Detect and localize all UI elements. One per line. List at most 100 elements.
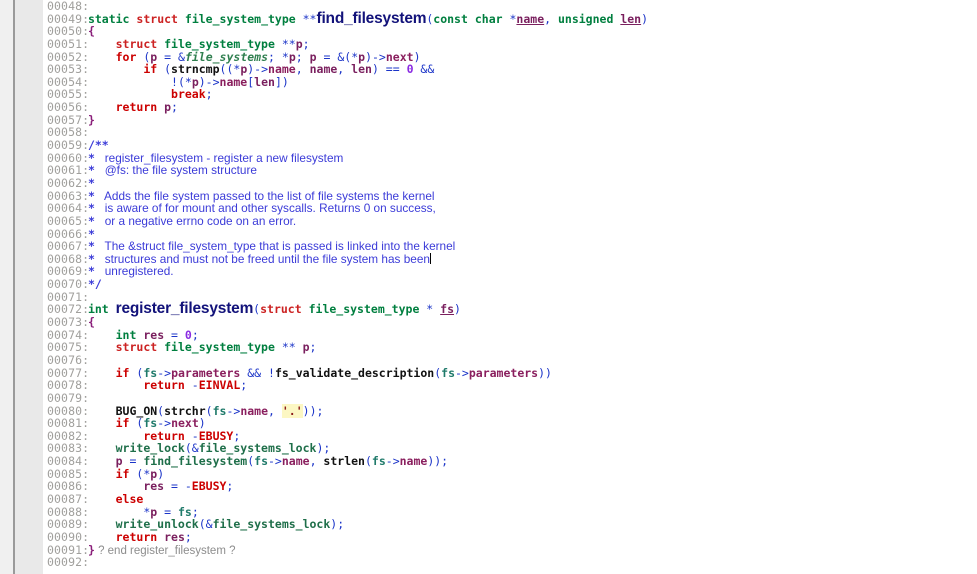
code-token: ; [205, 87, 213, 102]
code-token: file_system_type [308, 302, 420, 317]
code-token: ; [184, 529, 192, 544]
code-token: parameters [468, 365, 539, 380]
line-number: 00051: [47, 36, 90, 51]
line-number: 00090: [47, 529, 90, 544]
code-token: , [295, 62, 310, 77]
line-number: 00084: [47, 454, 90, 469]
code-token: struct [136, 11, 178, 26]
code-line[interactable]: 00078: return -EINVAL; [15, 379, 977, 392]
code-token: unregistered. [94, 264, 174, 279]
code-token: -> [455, 365, 469, 380]
code-pane[interactable]: 00048: 00049: static struct file_system_t… [15, 0, 977, 574]
code-token: ]) [274, 74, 289, 89]
code-token: )) [538, 365, 552, 380]
line-number: 00070: [47, 277, 90, 292]
code-token: EINVAL [198, 378, 241, 393]
code-line[interactable]: 00070: */ [15, 278, 977, 291]
line-number: 00048: [47, 0, 90, 13]
code-token: ( [205, 403, 213, 418]
code-token: fs [254, 454, 268, 469]
code-token: && [413, 62, 435, 77]
code-line[interactable]: 00049: static struct file_system_type **… [15, 10, 977, 26]
code-token: p [164, 100, 172, 115]
code-token: = - [164, 479, 192, 494]
code-token: , [337, 62, 352, 77]
code-line[interactable]: 00057: } [15, 113, 977, 127]
code-line[interactable]: 00056: return p; [15, 101, 977, 114]
code-token: -> [226, 403, 241, 418]
outer-margin [0, 0, 13, 574]
code-lines[interactable]: 00048: 00049: static struct file_system_t… [15, 0, 977, 569]
code-token: file_system_type [164, 340, 275, 355]
code-token: len [254, 74, 275, 89]
code-token: -> [385, 454, 400, 469]
line-number: 00076: [47, 352, 90, 367]
code-text[interactable]: return res; [81, 530, 192, 544]
code-token: name [240, 403, 269, 418]
code-token: fs [440, 302, 455, 317]
code-token: ) == [371, 62, 407, 77]
code-token: register_filesystem [115, 300, 254, 318]
line-number: 00078: [47, 378, 90, 393]
code-text[interactable]: int register_filesystem(struct file_syst… [81, 300, 461, 318]
code-line[interactable]: 00061: * @fs: the file system structure [15, 164, 977, 177]
code-token: * [419, 302, 441, 317]
code-token: */ [87, 277, 102, 292]
code-text[interactable]: * or a negative errno code on an error. [81, 214, 296, 228]
code-token: ); [330, 517, 345, 532]
code-text[interactable]: return -EINVAL; [81, 378, 247, 392]
code-line[interactable]: 00086: res = -EBUSY; [15, 480, 977, 493]
code-token: fs [212, 403, 227, 418]
code-token: file_systems_lock [212, 517, 331, 532]
line-number: 00092: [47, 555, 90, 570]
code-line[interactable]: 00075: struct file_system_type ** p; [15, 341, 977, 354]
code-token: @fs: the file system structure [94, 163, 257, 178]
code-token: strlen [323, 454, 365, 469]
code-line[interactable]: 00072: int register_filesystem(struct fi… [15, 300, 977, 318]
code-token: or a negative errno code on an error. [94, 213, 297, 228]
code-token: ; [240, 378, 248, 393]
code-text[interactable]: * @fs: the file system structure [81, 163, 257, 177]
code-token: ) [641, 11, 649, 26]
code-line[interactable]: 00058: [15, 126, 977, 139]
code-text[interactable]: return p; [81, 100, 178, 114]
code-token: file_system_type [184, 11, 296, 26]
text-caret [429, 252, 431, 264]
code-token: - [184, 378, 199, 393]
code-line[interactable]: 00091: } ? end register_filesystem ? [15, 543, 977, 556]
code-token: ** [274, 340, 303, 355]
code-token: EBUSY [191, 479, 227, 494]
code-token: len [620, 11, 642, 26]
code-line[interactable]: 00065: * or a negative errno code on an … [15, 215, 977, 228]
code-token: )); [427, 454, 449, 469]
code-token: struct [115, 340, 158, 355]
code-token: name [516, 11, 545, 26]
line-number: 00062: [47, 175, 90, 190]
line-number: 00064: [47, 201, 90, 216]
code-line[interactable]: 00092: [15, 556, 977, 569]
code-text[interactable]: */ [81, 277, 102, 291]
code-line[interactable]: 00090: return res; [15, 531, 977, 544]
code-token: )); [302, 403, 324, 418]
line-number: 00087: [47, 491, 90, 506]
code-text[interactable]: static struct file_system_type **find_fi… [81, 10, 649, 26]
code-token: , [309, 454, 324, 469]
code-token: 0 [406, 62, 414, 77]
code-viewer[interactable]: 00048: 00049: static struct file_system_t… [0, 0, 977, 574]
code-token: unsigned [557, 11, 614, 26]
code-token: res [164, 529, 185, 544]
code-text[interactable]: struct file_system_type ** p; [81, 340, 317, 355]
code-token: ; [226, 479, 234, 494]
code-token: const [433, 11, 468, 26]
code-token: return [115, 529, 158, 544]
code-text[interactable]: } ? end register_filesystem ? [81, 543, 236, 556]
code-token: res [143, 479, 165, 494]
code-token: , [268, 403, 282, 418]
code-token: fs [441, 365, 455, 380]
code-line[interactable]: 00069: * unregistered. [15, 265, 977, 278]
